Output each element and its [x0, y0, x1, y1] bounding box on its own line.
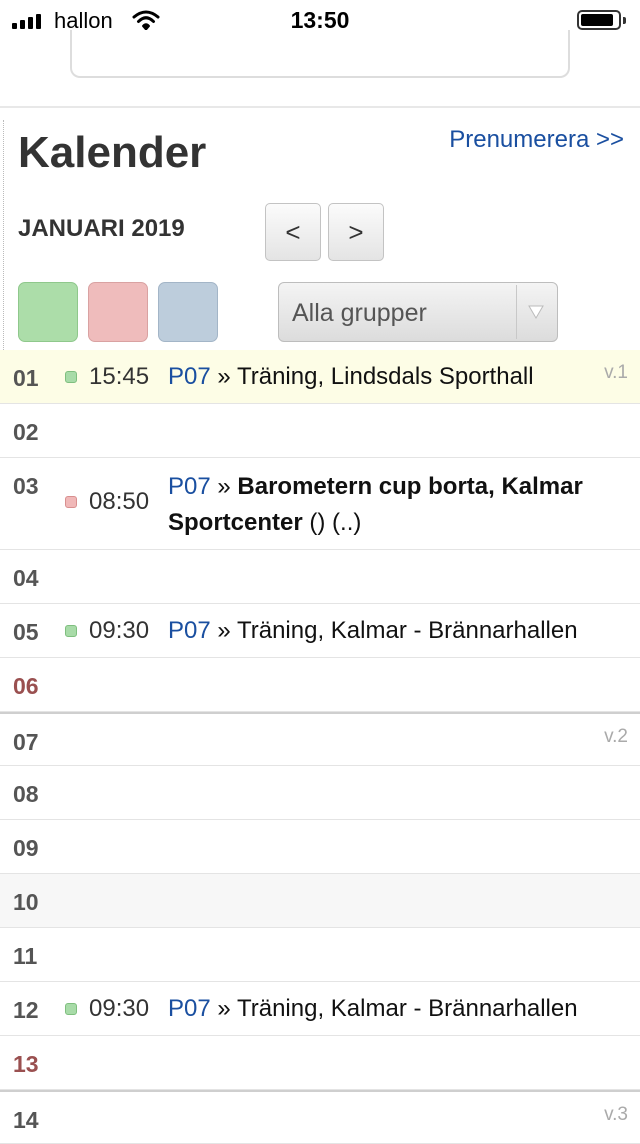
- divider: [0, 106, 640, 108]
- day-number: 01: [13, 365, 39, 391]
- day-number: 11: [13, 943, 38, 969]
- event-title[interactable]: Barometern cup borta, Kalmar Sportcenter: [168, 473, 583, 536]
- day-number: 09: [13, 835, 39, 861]
- dropdown-arrow-icon: [528, 305, 544, 324]
- event-color-icon: [65, 371, 77, 383]
- month-label: JANUARI 2019: [18, 215, 185, 242]
- red-filter-button[interactable]: [88, 282, 148, 342]
- calendar-event[interactable]: 09:30 P07 » Träning, Kalmar - Brännarhal…: [64, 604, 634, 657]
- calendar-row: 09: [0, 820, 640, 874]
- event-color-icon: [65, 496, 77, 508]
- calendar-event[interactable]: 08:50 P07 » Barometern cup borta, Kalmar…: [64, 458, 634, 549]
- event-title[interactable]: Träning, Lindsdals Sporthall: [237, 363, 534, 390]
- event-separator: »: [217, 363, 231, 390]
- subscribe-link[interactable]: Prenumerera >>: [449, 126, 624, 154]
- previous-section-box: [70, 30, 570, 78]
- calendar-row: 03 08:50 P07 » Barometern cup borta, Kal…: [0, 458, 640, 550]
- day-number: 03: [13, 473, 39, 499]
- blue-filter-button[interactable]: [158, 282, 218, 342]
- event-color-icon: [65, 1003, 77, 1015]
- event-title[interactable]: Träning, Kalmar - Brännarhallen: [237, 995, 578, 1022]
- calendar-row: 11: [0, 928, 640, 982]
- event-text: P07 » Träning, Lindsdals Sporthall: [168, 363, 534, 391]
- event-text: P07 » Träning, Kalmar - Brännarhallen: [168, 995, 578, 1023]
- group-select[interactable]: Alla grupper: [278, 282, 558, 342]
- calendar-row: 10: [0, 874, 640, 928]
- day-number: 04: [13, 565, 39, 591]
- week-label: v.3: [604, 1104, 628, 1125]
- calendar-event[interactable]: 15:45 P07 » Träning, Lindsdals Sporthall: [64, 350, 634, 403]
- event-group-link[interactable]: P07: [168, 363, 211, 390]
- day-number: 08: [13, 781, 39, 807]
- event-extra: () (..): [309, 509, 362, 536]
- calendar-row: 07 v.2: [0, 712, 640, 766]
- select-separator: [516, 285, 517, 339]
- event-separator: »: [217, 995, 231, 1022]
- calendar-list: 01 v.1 15:45 P07 » Träning, Lindsdals Sp…: [0, 350, 640, 1144]
- day-number: 12: [13, 997, 39, 1023]
- calendar-row: 13: [0, 1036, 640, 1090]
- battery-icon: [577, 10, 626, 30]
- event-time: 08:50: [89, 488, 150, 515]
- page-title: Kalender: [18, 128, 207, 177]
- day-number: 13: [13, 1051, 39, 1077]
- calendar-event[interactable]: 09:30 P07 » Träning, Kalmar - Brännarhal…: [64, 982, 634, 1035]
- day-number: 06: [13, 673, 39, 699]
- event-color-icon: [65, 625, 77, 637]
- dotted-border: [3, 120, 4, 350]
- event-separator: »: [217, 473, 231, 500]
- day-number: 10: [13, 889, 39, 915]
- event-separator: »: [217, 617, 231, 644]
- group-select-value: Alla grupper: [292, 299, 427, 327]
- calendar-row: 06: [0, 658, 640, 712]
- calendar-row: 12 09:30 P07 » Träning, Kalmar - Brännar…: [0, 982, 640, 1036]
- green-filter-button[interactable]: [18, 282, 78, 342]
- event-group-link[interactable]: P07: [168, 995, 211, 1022]
- day-number: 02: [13, 419, 39, 445]
- calendar-row: 05 09:30 P07 » Träning, Kalmar - Brännar…: [0, 604, 640, 658]
- event-group-link[interactable]: P07: [168, 473, 211, 500]
- calendar-row: 04: [0, 550, 640, 604]
- event-time: 09:30: [89, 995, 150, 1022]
- event-time: 15:45: [89, 363, 150, 390]
- event-text: P07 » Barometern cup borta, Kalmar Sport…: [168, 469, 628, 541]
- calendar-row: 02: [0, 404, 640, 458]
- day-number: 07: [13, 729, 39, 755]
- day-number: 14: [13, 1107, 39, 1133]
- week-label: v.2: [604, 726, 628, 747]
- calendar-row: 01 v.1 15:45 P07 » Träning, Lindsdals Sp…: [0, 350, 640, 404]
- event-title[interactable]: Träning, Kalmar - Brännarhallen: [237, 617, 578, 644]
- day-number: 05: [13, 619, 39, 645]
- event-group-link[interactable]: P07: [168, 617, 211, 644]
- event-time: 09:30: [89, 617, 150, 644]
- event-text: P07 » Träning, Kalmar - Brännarhallen: [168, 617, 578, 645]
- next-month-button[interactable]: >: [328, 203, 384, 261]
- prev-month-button[interactable]: <: [265, 203, 321, 261]
- calendar-row: 08: [0, 766, 640, 820]
